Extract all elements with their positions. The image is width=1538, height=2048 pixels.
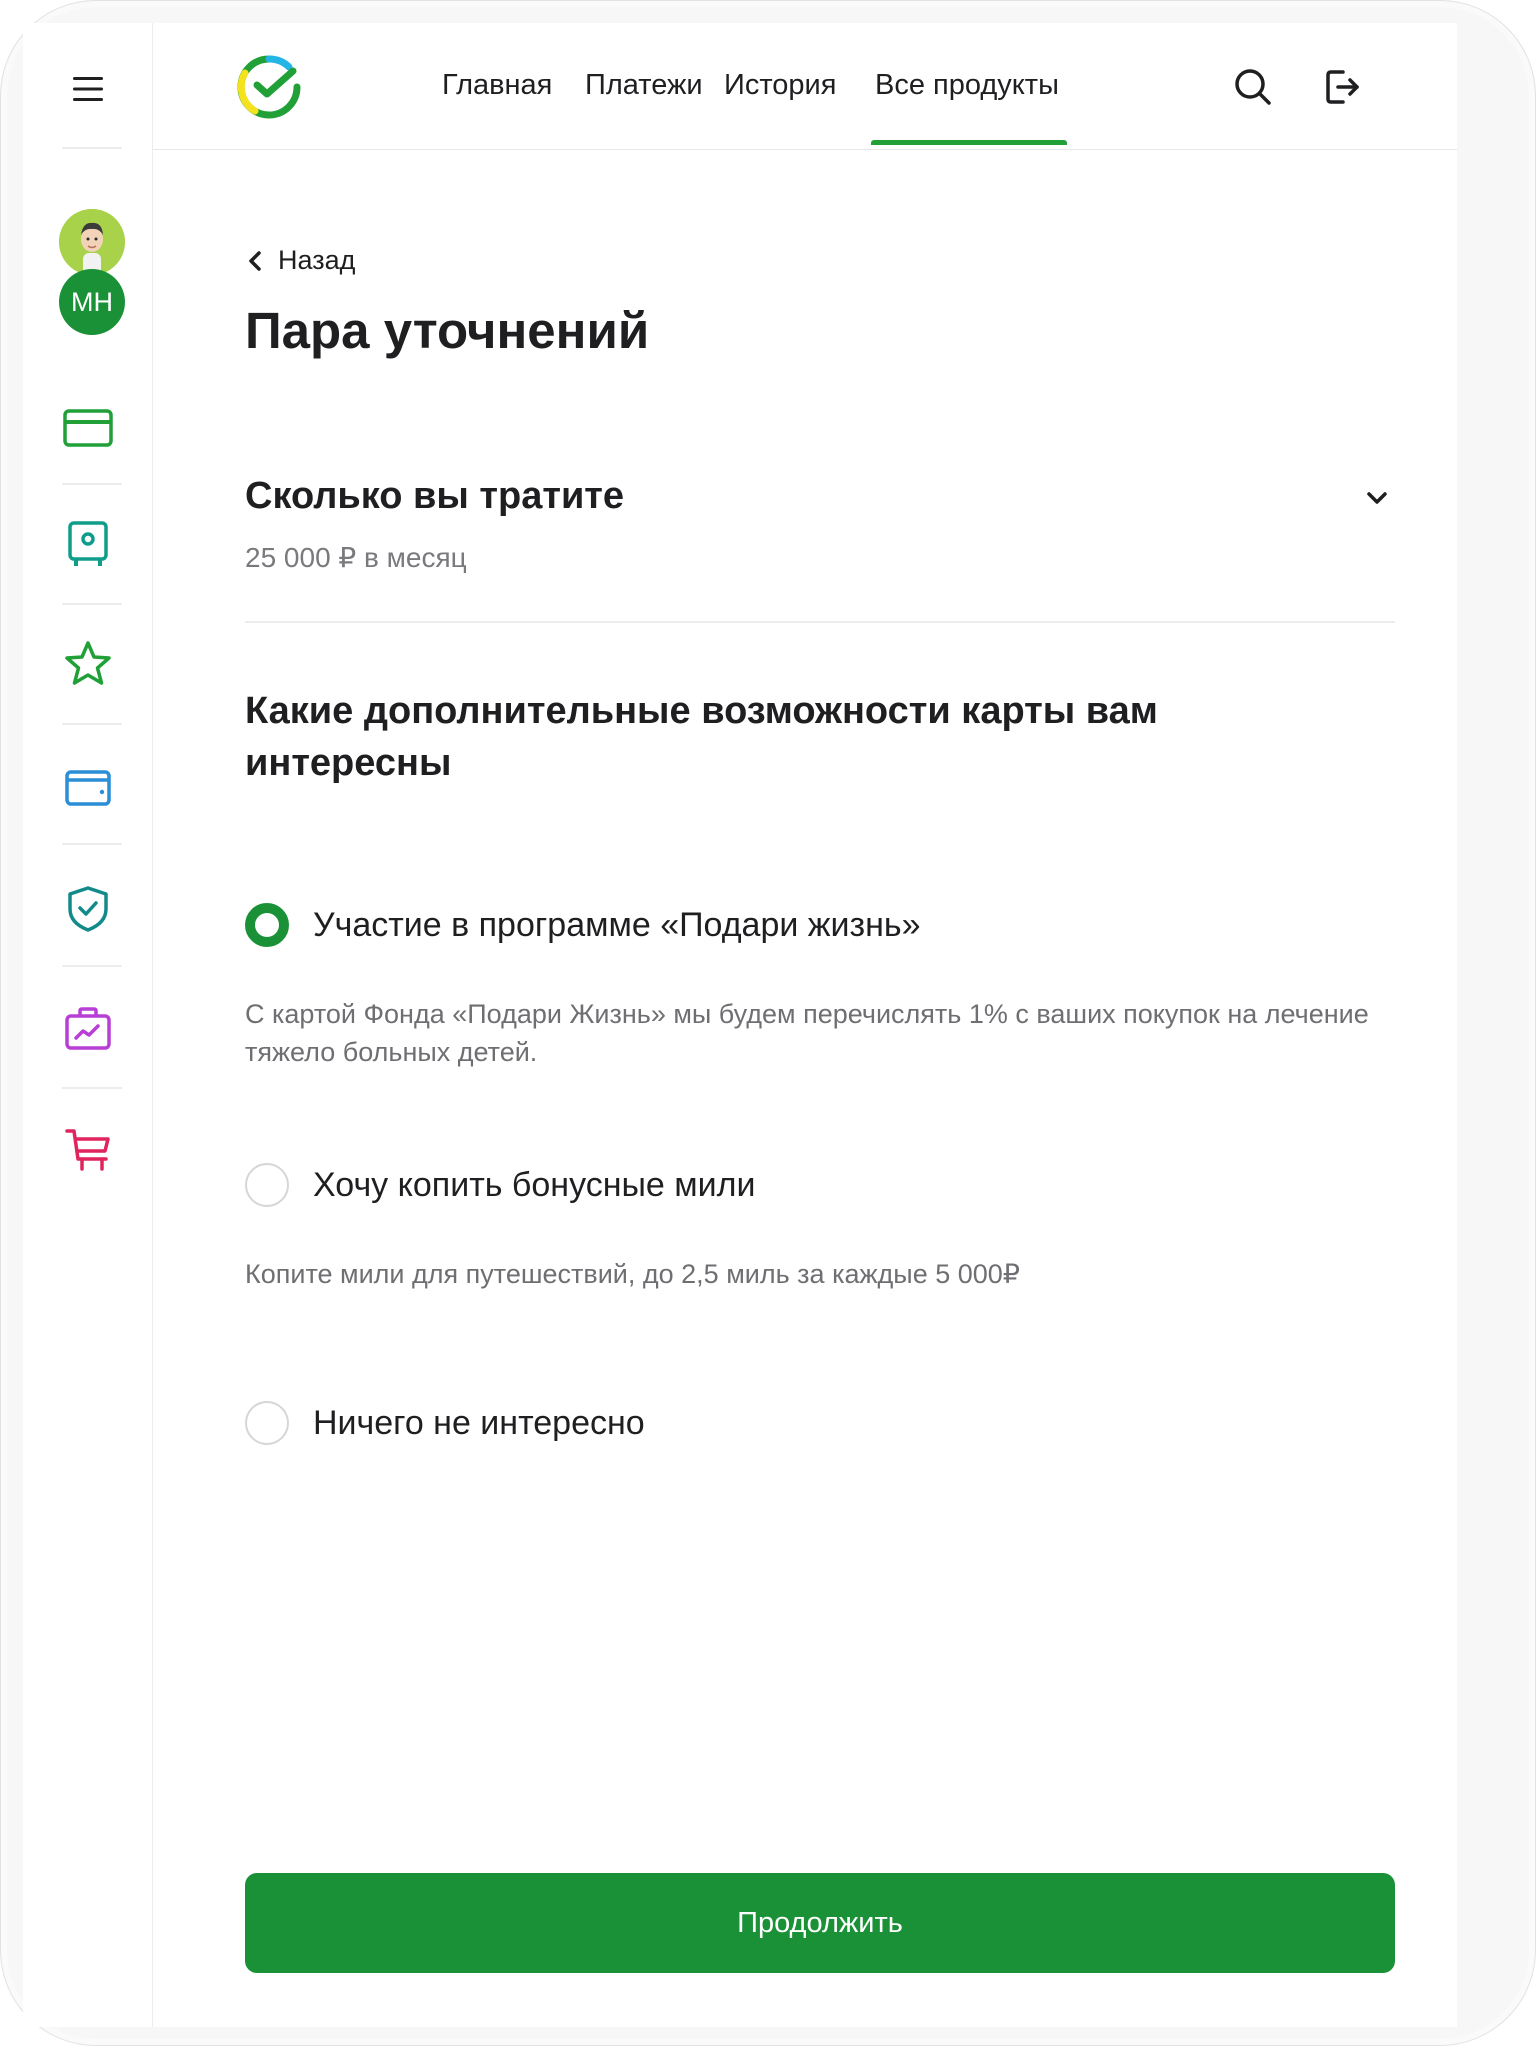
sidebar-divider bbox=[62, 723, 122, 725]
option-label: Ничего не интересно bbox=[313, 1403, 645, 1442]
chevron-down-icon bbox=[1367, 492, 1387, 504]
star-icon bbox=[64, 641, 111, 685]
assistant-avatar-image bbox=[59, 209, 125, 275]
option-bonus-miles[interactable]: Хочу копить бонусные мили bbox=[245, 1163, 755, 1207]
page-title: Пара уточнений bbox=[245, 302, 650, 359]
main-content: Главная Платежи История Все продукты Наз… bbox=[153, 23, 1457, 2027]
sidebar-item-savings[interactable] bbox=[23, 519, 152, 569]
sidebar-divider bbox=[62, 147, 122, 149]
option-label: Хочу копить бонусные мили bbox=[313, 1165, 756, 1204]
shield-icon bbox=[67, 886, 108, 932]
briefcase-chart-icon bbox=[64, 1007, 111, 1050]
sidebar-item-wallet[interactable] bbox=[23, 763, 152, 813]
option-nothing[interactable]: Ничего не интересно bbox=[245, 1401, 645, 1445]
app-screen: МН Главная Платежи История Все продукты … bbox=[23, 23, 1457, 2027]
chevron-left-icon bbox=[249, 250, 261, 271]
tab-home[interactable]: Главная bbox=[442, 69, 552, 102]
tab-all-products[interactable]: Все продукты bbox=[875, 69, 1059, 102]
back-label: Назад bbox=[278, 245, 356, 275]
sidebar-divider bbox=[62, 843, 122, 845]
option-podari-zhizn[interactable]: Участие в программе «Подари жизнь» bbox=[245, 903, 921, 947]
section-divider bbox=[245, 621, 1395, 623]
back-link[interactable]: Назад bbox=[248, 245, 355, 276]
sidebar-item-favorites[interactable] bbox=[23, 637, 152, 691]
radio-unchecked[interactable] bbox=[245, 1401, 289, 1445]
top-navigation: Главная Платежи История Все продукты bbox=[153, 23, 1457, 150]
tab-payments[interactable]: Платежи bbox=[585, 69, 703, 102]
search-button[interactable] bbox=[1233, 67, 1273, 112]
cart-icon bbox=[64, 1129, 110, 1171]
option-description: С картой Фонда «Подари Жизнь» мы будем п… bbox=[245, 999, 1369, 1067]
device-frame: МН Главная Платежи История Все продукты … bbox=[0, 0, 1536, 2046]
menu-icon[interactable] bbox=[23, 69, 152, 109]
sber-logo-icon bbox=[237, 55, 301, 119]
spending-value: 25 000 ₽ в месяц bbox=[245, 542, 467, 573]
option-description: Копите мили для путешествий, до 2,5 миль… bbox=[245, 1259, 1020, 1289]
tab-history[interactable]: История bbox=[724, 69, 836, 102]
logout-button[interactable] bbox=[1323, 67, 1363, 112]
sidebar-divider bbox=[62, 483, 122, 485]
continue-button[interactable]: Продолжить bbox=[245, 1873, 1395, 1973]
sidebar: МН bbox=[23, 23, 153, 2027]
sidebar-divider bbox=[62, 603, 122, 605]
sidebar-item-cards[interactable] bbox=[23, 403, 152, 453]
spending-expand-button[interactable] bbox=[1366, 491, 1388, 510]
sidebar-item-shop[interactable] bbox=[23, 1123, 152, 1179]
sidebar-item-investments[interactable] bbox=[23, 1001, 152, 1057]
option-label: Участие в программе «Подари жизнь» bbox=[313, 905, 921, 944]
radio-unchecked[interactable] bbox=[245, 1163, 289, 1207]
wallet-icon bbox=[64, 770, 111, 806]
logout-icon bbox=[1326, 70, 1359, 104]
user-avatar-initials: МН bbox=[71, 286, 113, 317]
sidebar-divider bbox=[62, 1087, 122, 1089]
sidebar-item-insurance[interactable] bbox=[23, 881, 152, 937]
assistant-avatar[interactable] bbox=[59, 209, 125, 275]
sidebar-divider bbox=[62, 965, 122, 967]
search-icon bbox=[1235, 69, 1271, 105]
radio-checked[interactable] bbox=[245, 903, 289, 947]
safe-icon bbox=[67, 521, 108, 566]
sber-logo[interactable] bbox=[237, 55, 301, 124]
features-title: Какие дополнительные возможности карты в… bbox=[245, 690, 1158, 784]
tab-active-indicator bbox=[871, 140, 1067, 145]
spending-title: Сколько вы тратите bbox=[245, 475, 625, 517]
card-icon bbox=[62, 409, 113, 447]
user-avatar[interactable]: МН bbox=[59, 269, 125, 335]
